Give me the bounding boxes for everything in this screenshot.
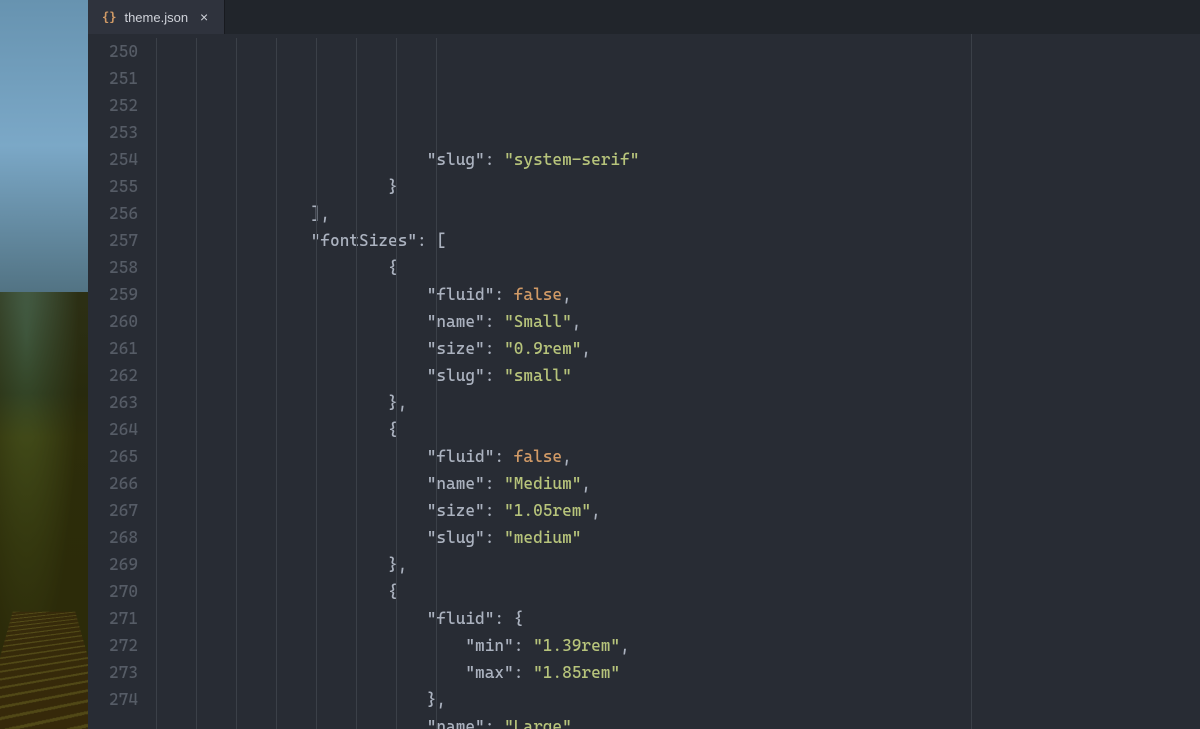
line-number: 274 <box>88 686 138 713</box>
line-number: 256 <box>88 200 138 227</box>
code-line[interactable]: "fluid": { <box>156 605 1200 632</box>
code-line[interactable]: "name": "Small", <box>156 308 1200 335</box>
line-number: 270 <box>88 578 138 605</box>
line-number: 260 <box>88 308 138 335</box>
code-content[interactable]: "slug": "system-serif" } ], "fontSizes":… <box>156 34 1200 729</box>
code-line[interactable]: }, <box>156 551 1200 578</box>
close-icon[interactable]: × <box>196 9 212 25</box>
code-line[interactable]: ], <box>156 200 1200 227</box>
line-number: 265 <box>88 443 138 470</box>
line-number: 269 <box>88 551 138 578</box>
line-number: 264 <box>88 416 138 443</box>
line-number: 272 <box>88 632 138 659</box>
code-editor: {} theme.json × 250251252253254255256257… <box>88 0 1200 729</box>
code-line[interactable]: { <box>156 578 1200 605</box>
code-line[interactable]: "slug": "medium" <box>156 524 1200 551</box>
tab-theme-json[interactable]: {} theme.json × <box>88 0 225 34</box>
code-line[interactable]: "fluid": false, <box>156 281 1200 308</box>
line-number: 250 <box>88 38 138 65</box>
code-line[interactable]: { <box>156 254 1200 281</box>
line-number: 271 <box>88 605 138 632</box>
code-line[interactable]: "slug": "small" <box>156 362 1200 389</box>
line-number: 266 <box>88 470 138 497</box>
line-number: 252 <box>88 92 138 119</box>
line-number: 255 <box>88 173 138 200</box>
code-line[interactable]: } <box>156 173 1200 200</box>
code-line[interactable]: }, <box>156 389 1200 416</box>
code-line[interactable]: "name": "Large", <box>156 713 1200 729</box>
tab-bar: {} theme.json × <box>88 0 1200 34</box>
line-number: 259 <box>88 281 138 308</box>
desktop-background-strip <box>0 0 88 729</box>
code-line[interactable]: "fontSizes": [ <box>156 227 1200 254</box>
line-number: 258 <box>88 254 138 281</box>
code-area[interactable]: 2502512522532542552562572582592602612622… <box>88 34 1200 729</box>
line-number: 251 <box>88 65 138 92</box>
code-line[interactable]: "size": "0.9rem", <box>156 335 1200 362</box>
line-number: 262 <box>88 362 138 389</box>
code-line[interactable]: "slug": "system-serif" <box>156 146 1200 173</box>
line-number: 254 <box>88 146 138 173</box>
code-line[interactable]: "name": "Medium", <box>156 470 1200 497</box>
line-number: 267 <box>88 497 138 524</box>
tab-filename: theme.json <box>124 10 188 25</box>
code-line[interactable]: "max": "1.85rem" <box>156 659 1200 686</box>
line-number: 261 <box>88 335 138 362</box>
column-ruler <box>971 34 972 729</box>
line-number: 273 <box>88 659 138 686</box>
code-line[interactable]: "min": "1.39rem", <box>156 632 1200 659</box>
line-number: 268 <box>88 524 138 551</box>
code-line[interactable]: "size": "1.05rem", <box>156 497 1200 524</box>
code-line[interactable]: }, <box>156 686 1200 713</box>
code-line[interactable]: "fluid": false, <box>156 443 1200 470</box>
line-number: 263 <box>88 389 138 416</box>
json-icon: {} <box>102 10 116 24</box>
line-number-gutter: 2502512522532542552562572582592602612622… <box>88 34 156 729</box>
line-number: 253 <box>88 119 138 146</box>
code-line[interactable]: { <box>156 416 1200 443</box>
line-number: 257 <box>88 227 138 254</box>
